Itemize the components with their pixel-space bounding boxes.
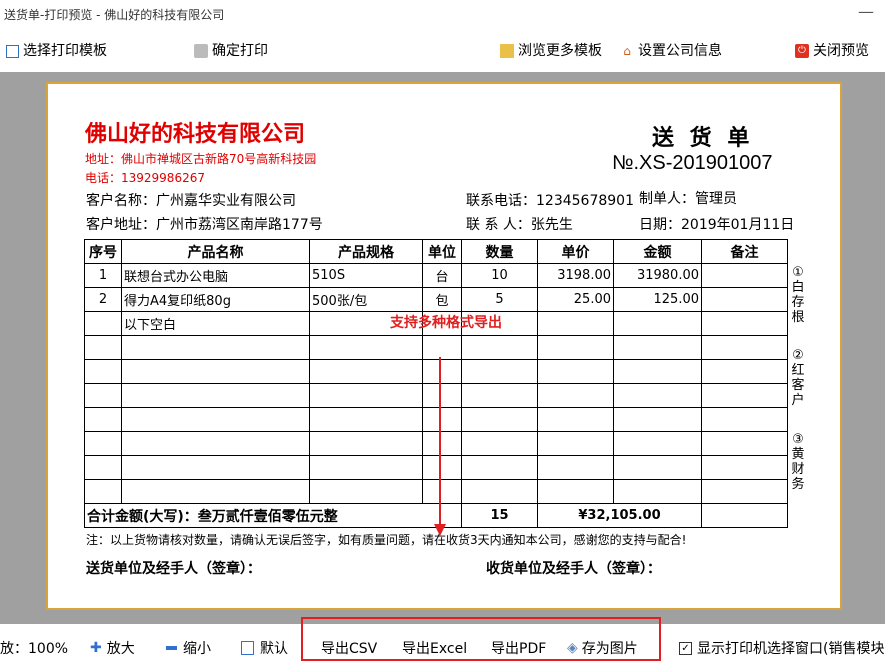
- annotation-arrow-line: [439, 357, 441, 527]
- empty-row: [84, 359, 788, 384]
- minimize-button[interactable]: —: [858, 2, 874, 21]
- minus-icon: [166, 646, 177, 650]
- cell-qty: 5: [461, 287, 538, 312]
- confirm-print-label: 确定打印: [212, 43, 268, 59]
- customer-address: 客户地址：广州市荔湾区南岸路177号: [86, 217, 323, 233]
- cell-price: 25.00: [537, 287, 614, 312]
- cell-spec: 500张/包: [309, 287, 423, 312]
- column-header: 单价: [537, 239, 614, 264]
- total-amount: ¥32,105.00: [537, 503, 702, 528]
- column-header: 产品规格: [309, 239, 423, 264]
- column-header: 序号: [84, 239, 122, 264]
- zoom-out-button[interactable]: 缩小: [166, 638, 211, 658]
- printer-icon: [194, 44, 208, 58]
- cell-qty: 10: [461, 263, 538, 288]
- cell-remark: [701, 263, 788, 288]
- cell-amount: [613, 311, 702, 336]
- home-icon: ⌂: [623, 44, 631, 58]
- company-settings-label: 设置公司信息: [638, 43, 722, 59]
- cell-price: 3198.00: [537, 263, 614, 288]
- close-preview-label: 关闭预览: [813, 43, 869, 59]
- page-icon: [241, 641, 254, 655]
- column-header: 金额: [613, 239, 702, 264]
- cell-index: 1: [84, 263, 122, 288]
- preview-canvas[interactable]: 佛山好的科技有限公司 地址：佛山市禅城区古新路70号高新科技园 电话：13929…: [0, 72, 885, 624]
- close-preview-button[interactable]: ⏻ 关闭预览: [795, 42, 869, 60]
- zoom-in-label: 放大: [106, 641, 135, 657]
- sender-signature: 送货单位及经手人（签章）：: [86, 561, 261, 577]
- receiver-signature: 收货单位及经手人（签章）：: [486, 561, 661, 577]
- column-header: 单位: [422, 239, 462, 264]
- export-annotation: 支持多种格式导出: [390, 315, 502, 331]
- items-table: 序号 产品名称 产品规格 单位 数量 单价 金额 备注 1 联想台式办公电脑 5…: [84, 239, 788, 528]
- checkbox-checked-icon[interactable]: ✓: [679, 641, 692, 655]
- customer-name: 客户名称：广州嘉华实业有限公司: [86, 193, 296, 209]
- select-template-label: 选择打印模板: [23, 43, 107, 59]
- browse-templates-button[interactable]: 浏览更多模板: [500, 42, 602, 60]
- maker: 制单人：管理员: [639, 191, 737, 207]
- zoom-in-button[interactable]: ✚ 放大: [90, 638, 135, 658]
- empty-row: [84, 431, 788, 456]
- cell-remark: [701, 311, 788, 336]
- toolbar: 选择打印模板 确定打印 浏览更多模板 ⌂ 设置公司信息 ⏻ 关闭预览: [0, 28, 885, 72]
- cell-unit: 台: [422, 263, 462, 288]
- total-amount-words: 合计金额(大写)：叁万贰仟壹佰零伍元整: [84, 503, 462, 528]
- browse-templates-label: 浏览更多模板: [518, 43, 602, 59]
- annotation-arrow-head: [434, 524, 446, 536]
- default-zoom-button[interactable]: 默认: [241, 638, 288, 658]
- plus-icon: ✚: [90, 640, 102, 656]
- company-name: 佛山好的科技有限公司: [85, 121, 306, 147]
- cell-price: [537, 311, 614, 336]
- show-printer-label: 显示打印机选择窗口(销售模块: [697, 641, 885, 657]
- company-settings-button[interactable]: ⌂ 设置公司信息: [620, 42, 722, 60]
- cell-spec: 510S: [309, 263, 423, 288]
- cell-unit: 包: [422, 287, 462, 312]
- table-header-row: 序号 产品名称 产品规格 单位 数量 单价 金额 备注: [84, 239, 788, 264]
- default-zoom-label: 默认: [260, 641, 288, 657]
- footer-note: 注：以上货物请核对数量，请确认无误后签字，如有质量问题，请在收货3天内通知本公司…: [86, 533, 687, 547]
- title-bar: 送货单-打印预览 - 佛山好的科技有限公司 —: [0, 0, 885, 28]
- contact-phone: 联系电话：12345678901: [466, 193, 634, 209]
- copy-label-red: ②红 客户: [791, 348, 805, 408]
- column-header: 产品名称: [121, 239, 310, 264]
- show-printer-option[interactable]: ✓ 显示打印机选择窗口(销售模块: [679, 638, 884, 658]
- company-phone: 电话：13929986267: [85, 171, 205, 185]
- cell-amount: 125.00: [613, 287, 702, 312]
- company-address: 地址：佛山市禅城区古新路70号高新科技园: [85, 152, 317, 166]
- table-row: 2 得力A4复印纸80g 500张/包 包 5 25.00 125.00: [84, 287, 788, 312]
- column-header: 备注: [701, 239, 788, 264]
- cell-product: 联想台式办公电脑: [121, 263, 310, 288]
- zoom-out-label: 缩小: [183, 641, 211, 657]
- document-date: 日期：2019年01月11日: [639, 217, 795, 233]
- total-quantity: 15: [461, 503, 538, 528]
- export-highlight-box: [301, 617, 661, 661]
- cell-index: 2: [84, 287, 122, 312]
- document-number: №.XS-201901007: [612, 152, 773, 174]
- empty-row: [84, 407, 788, 432]
- confirm-print-button[interactable]: 确定打印: [194, 42, 268, 60]
- folder-icon: [500, 44, 514, 58]
- empty-row: [84, 455, 788, 480]
- table-row: 1 联想台式办公电脑 510S 台 10 3198.00 31980.00: [84, 263, 788, 288]
- empty-row: [84, 479, 788, 504]
- column-header: 数量: [461, 239, 538, 264]
- document-title: 送 货 单: [652, 125, 754, 151]
- cell-remark: [701, 287, 788, 312]
- cell-product: 以下空白: [121, 311, 310, 336]
- cell-product: 得力A4复印纸80g: [121, 287, 310, 312]
- contact-person: 联 系 人：张先生: [466, 217, 573, 233]
- power-icon: ⏻: [795, 44, 809, 58]
- empty-row: [84, 335, 788, 360]
- cell-index: [84, 311, 122, 336]
- copy-label-white: ①白 存根: [791, 265, 805, 325]
- select-template-button[interactable]: 选择打印模板: [6, 42, 107, 60]
- window-title: 送货单-打印预览 - 佛山好的科技有限公司: [4, 8, 225, 22]
- empty-row: [84, 383, 788, 408]
- zoom-level: 放：100%: [0, 641, 69, 657]
- copy-label-yellow: ③黄 财务: [791, 432, 805, 492]
- template-icon: [6, 44, 19, 58]
- cell-amount: 31980.00: [613, 263, 702, 288]
